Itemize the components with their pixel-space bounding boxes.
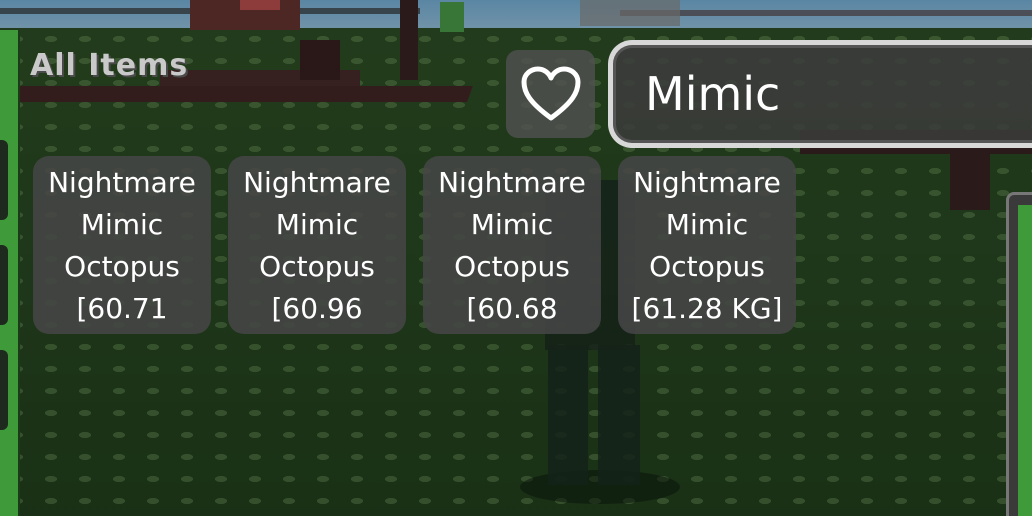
item-name: Nightmare Mimic Octopus [60.71 bbox=[48, 166, 196, 325]
search-input[interactable] bbox=[645, 67, 1025, 121]
right-side-panel-inner bbox=[1018, 205, 1032, 516]
left-panel-tab[interactable] bbox=[0, 245, 8, 325]
item-name: Nightmare Mimic Octopus [60.68 bbox=[438, 166, 586, 325]
favorite-button[interactable] bbox=[506, 50, 595, 138]
game-viewport: All Items Nightmare Mimic Octopus [60.71… bbox=[0, 0, 1032, 516]
search-box[interactable] bbox=[608, 40, 1032, 148]
item-name: Nightmare Mimic Octopus [61.28 KG] bbox=[631, 166, 783, 325]
item-card[interactable]: Nightmare Mimic Octopus [60.71 bbox=[33, 156, 211, 334]
section-title: All Items bbox=[30, 48, 189, 83]
item-name: Nightmare Mimic Octopus [60.96 bbox=[243, 166, 391, 325]
item-card[interactable]: Nightmare Mimic Octopus [60.96 bbox=[228, 156, 406, 334]
item-card[interactable]: Nightmare Mimic Octopus [61.28 KG] bbox=[618, 156, 796, 334]
left-panel-tab[interactable] bbox=[0, 350, 8, 430]
left-panel-tab[interactable] bbox=[0, 140, 8, 220]
heart-outline-icon bbox=[521, 66, 580, 121]
item-card[interactable]: Nightmare Mimic Octopus [60.68 bbox=[423, 156, 601, 334]
